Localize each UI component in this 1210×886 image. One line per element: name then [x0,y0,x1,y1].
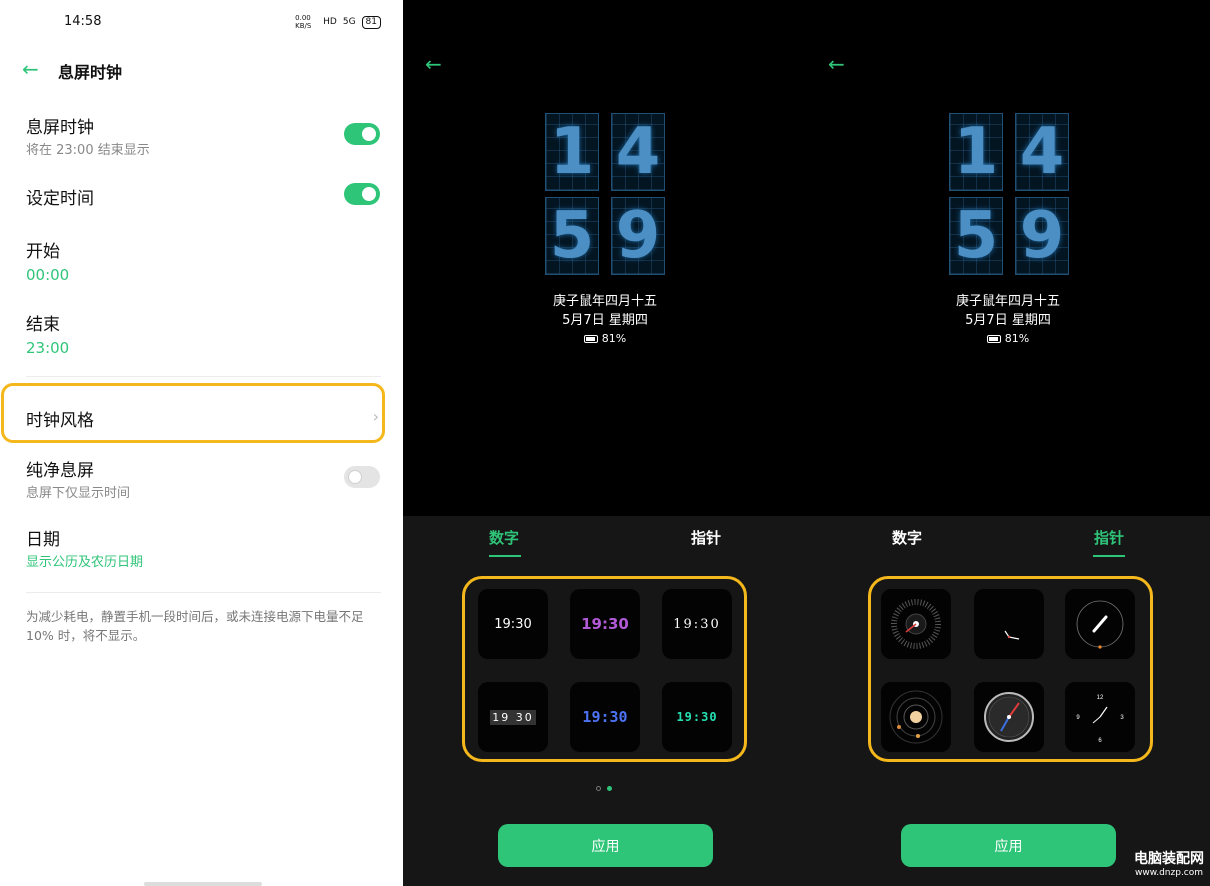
date-label: 日期 [26,530,60,550]
end-value: 23:00 [26,339,70,357]
tab-digital[interactable]: 数字 [489,527,519,548]
pure-aod-toggle[interactable] [344,466,380,488]
tile-time: 19 30 [490,709,536,725]
toggle-knob [362,127,376,141]
numeral-clock-tile[interactable]: 12 3 6 9 [1065,682,1135,752]
tile-time: 19:30 [494,616,532,632]
compass-clock-icon [984,692,1034,742]
battery-percent: 81% [1004,332,1030,345]
tile-time: 19:30 [581,615,629,633]
lunar-date: 庚子鼠年四月十五 [955,294,1060,309]
solar-date: 5月7日 星期四 [965,313,1051,328]
active-tab-indicator [489,555,521,557]
apply-button[interactable]: 应用 [498,824,713,867]
toggle-knob [362,187,376,201]
status-bar-icons: 0.00 KB/S HD 5G 81 [295,14,381,30]
battery-level: 81% [505,332,705,345]
compass-clock-tile[interactable] [974,682,1044,752]
clock-preview: 1 4 5 9 [947,113,1071,277]
analog-clock-picker-screen: ← 1 4 5 9 庚子鼠年四月十五 5月7日 星期四 81% 数字 指针 12… [807,0,1210,886]
power-note: 为减少耗电，静置手机一段时间后，或未连接电源下电量不足 10% 时，将不显示。 [26,609,364,643]
end-label: 结束 [26,315,60,335]
tab-analog[interactable]: 指针 [1094,527,1124,548]
clock-digit: 9 [611,197,665,275]
back-arrow-icon[interactable]: ← [425,52,442,76]
numeral-6: 6 [1098,738,1102,744]
divider [26,592,381,593]
active-tab-indicator [1093,555,1125,557]
minimal-hands-clock-tile[interactable] [974,589,1044,659]
pure-aod-label: 纯净息屏 [26,461,94,481]
battery-icon [583,335,598,343]
minimal-hands-clock-icon [1004,630,1020,640]
watermark: 电脑装配网 www.dnzp.com [1134,848,1204,878]
start-value: 00:00 [26,266,70,284]
clock-style-tile[interactable]: 19:30 [478,589,548,659]
numeral-3: 3 [1120,715,1124,721]
orbit-clock-tile[interactable] [881,682,951,752]
clock-digit: 5 [949,197,1003,275]
clock-digit: 5 [545,197,599,275]
solar-date: 5月7日 星期四 [562,313,648,328]
apply-button[interactable]: 应用 [901,824,1116,867]
battery-level: 81% [908,332,1108,345]
clock-digit: 4 [611,113,665,191]
hd-icon: HD [323,17,337,27]
clock-style-row[interactable]: 时钟风格 [26,406,94,431]
clock-style-tile[interactable]: 19:30 [662,682,732,752]
watermark-title: 电脑装配网 [1134,851,1204,867]
lunar-date: 庚子鼠年四月十五 [552,294,657,309]
divider [26,376,381,377]
network-speed: 0.00 KB/S [295,14,312,30]
pure-aod-subtitle: 息屏下仅显示时间 [26,486,131,501]
page-dot [596,786,601,791]
battery-icon: 81 [361,15,381,29]
set-time-label: 设定时间 [26,189,94,209]
digital-clock-picker-screen: ← 1 4 5 9 庚子鼠年四月十五 5月7日 星期四 81% 数字 指针 19… [403,0,807,886]
clock-preview: 1 4 5 9 [543,113,667,277]
radial-clock-tile[interactable] [881,589,951,659]
tile-time: 19:30 [582,708,628,726]
ring-clock-tile[interactable] [1065,589,1135,659]
page-indicator [596,786,612,791]
start-label: 开始 [26,242,60,262]
tile-time: 19:30 [676,710,718,724]
set-time-toggle[interactable] [344,183,380,205]
clock-digit: 1 [545,113,599,191]
clock-digit: 9 [1015,197,1069,275]
battery-percent: 81% [601,332,627,345]
back-arrow-icon[interactable]: ← [828,52,845,76]
clock-style-tile[interactable]: 19 30 [478,682,548,752]
home-indicator [144,882,262,886]
orbit-clock-icon [889,690,943,744]
aod-toggle-subtitle: 将在 23:00 结束显示 [26,143,150,158]
chevron-right-icon: › [372,407,379,426]
toggle-knob [348,470,362,484]
tab-digital[interactable]: 数字 [892,527,922,548]
page-dot-active [607,786,612,791]
clock-digit: 4 [1015,113,1069,191]
page-title: 息屏时钟 [58,63,123,82]
status-time: 14:58 [64,14,102,29]
clock-digit: 1 [949,113,1003,191]
back-arrow-icon[interactable]: ← [22,57,39,81]
tab-analog[interactable]: 指针 [691,527,721,548]
battery-icon [986,335,1001,343]
settings-screen: 14:58 0.00 KB/S HD 5G 81 ← 息屏时钟 息屏时钟 将在 … [0,0,403,886]
numeral-clock-icon: 12 3 6 9 [1076,695,1124,744]
radial-clock-icon [891,599,941,649]
aod-toggle-label: 息屏时钟 [26,118,94,138]
ring-clock-icon [1076,600,1124,649]
tile-time: 19:30 [673,616,721,632]
signal-icon: 5G [342,17,356,27]
clock-style-tile[interactable]: 19:30 [662,589,732,659]
watermark-url: www.dnzp.com [1134,868,1204,878]
clock-style-tile[interactable]: 19:30 [570,682,640,752]
numeral-12: 12 [1097,695,1104,701]
date-subtitle: 显示公历及农历日期 [26,555,144,570]
aod-toggle[interactable] [344,123,380,145]
clock-style-tile[interactable]: 19:30 [570,589,640,659]
numeral-9: 9 [1076,715,1080,721]
